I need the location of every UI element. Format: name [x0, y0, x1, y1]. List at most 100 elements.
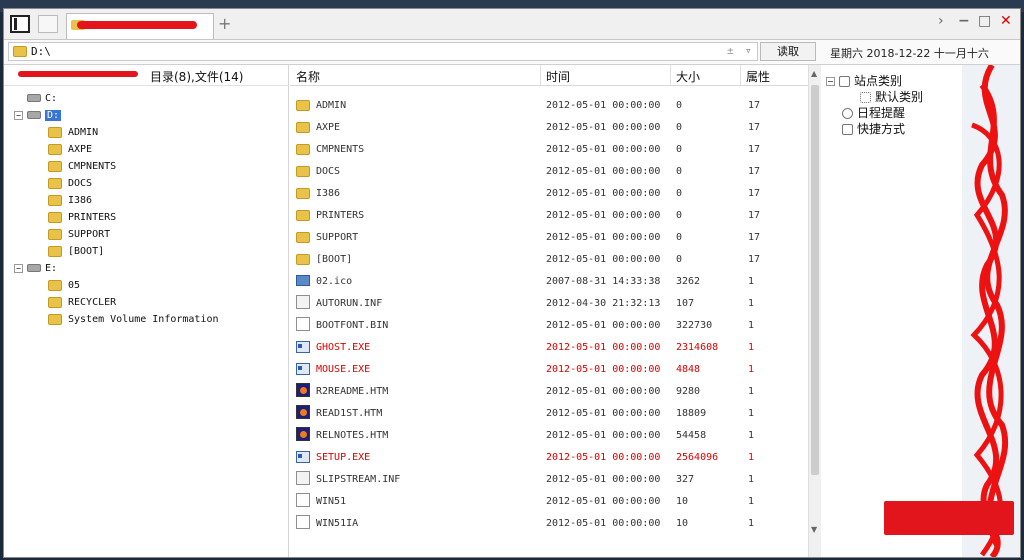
file-row[interactable]: ADMIN 2012-05-01 00:00:00 0 17: [290, 94, 808, 116]
bookmark-icon[interactable]: ±: [727, 44, 734, 57]
file-row[interactable]: MOUSE.EXE 2012-05-01 00:00:00 4848 1: [290, 358, 808, 380]
file-row[interactable]: R2README.HTM 2012-05-01 00:00:00 9280 1: [290, 380, 808, 402]
tree-item[interactable]: − E:: [14, 261, 57, 277]
maximize-button[interactable]: □: [978, 13, 991, 29]
file-row[interactable]: WIN51 2012-05-01 00:00:00 10 1: [290, 490, 808, 512]
expand-icon[interactable]: −: [14, 263, 23, 273]
tree-item[interactable]: System Volume Information: [48, 312, 219, 328]
folder-icon: [296, 122, 310, 133]
title-bar: + › − □ ✕: [4, 9, 1020, 40]
category-icon: [839, 76, 850, 87]
redaction-mark: [77, 21, 197, 29]
page-icon[interactable]: [38, 15, 58, 33]
file-row[interactable]: GHOST.EXE 2012-05-01 00:00:00 2314608 1: [290, 336, 808, 358]
sidebar-item-shortcuts[interactable]: 快捷方式: [842, 120, 905, 137]
tree-item[interactable]: DOCS: [48, 176, 92, 192]
chevron-right-icon[interactable]: ›: [938, 13, 944, 29]
file-time: 2012-05-01 00:00:00: [546, 122, 661, 133]
tree-item[interactable]: PRINTERS: [48, 210, 116, 226]
file-time: 2012-05-01 00:00:00: [546, 232, 661, 243]
file-attr: 1: [748, 408, 755, 419]
tree-item[interactable]: AXPE: [48, 142, 92, 158]
folder-icon: [48, 143, 62, 155]
html-file-icon: [296, 427, 310, 441]
tree-item-label: D:: [45, 110, 62, 121]
folder-icon: [48, 211, 62, 223]
file-attr: 17: [748, 254, 761, 265]
tree-item[interactable]: 05: [48, 278, 80, 294]
settings-file-icon: [296, 295, 310, 309]
file-time: 2012-05-01 00:00:00: [546, 166, 661, 177]
close-button[interactable]: ✕: [1000, 13, 1012, 29]
sidebar-toggle-icon[interactable]: [10, 15, 30, 33]
expand-icon[interactable]: −: [14, 110, 23, 120]
address-input[interactable]: D:\ ± ▿: [8, 42, 758, 61]
html-file-icon: [296, 405, 310, 419]
file-name: AUTORUN.INF: [316, 298, 383, 309]
file-row[interactable]: CMPNENTS 2012-05-01 00:00:00 0 17: [290, 138, 808, 160]
executable-icon: [296, 341, 310, 353]
file-attr: 1: [748, 298, 755, 309]
vertical-scrollbar[interactable]: ▲ ▼: [808, 65, 821, 557]
file-row[interactable]: RELNOTES.HTM 2012-05-01 00:00:00 54458 1: [290, 424, 808, 446]
date-display: 星期六 2018-12-22 十一月十六: [830, 47, 989, 60]
tree-item[interactable]: I386: [48, 193, 92, 209]
minimize-button[interactable]: −: [958, 13, 970, 29]
folder-icon: [296, 144, 310, 155]
tree-item[interactable]: SUPPORT: [48, 227, 110, 243]
column-header-name[interactable]: 名称: [296, 68, 320, 85]
folder-icon: [48, 313, 62, 325]
file-row[interactable]: [BOOT] 2012-05-01 00:00:00 0 17: [290, 248, 808, 270]
scroll-up-icon[interactable]: ▲: [811, 69, 817, 78]
column-header-time[interactable]: 时间: [546, 68, 570, 85]
column-header-size[interactable]: 大小: [676, 68, 700, 85]
file-row[interactable]: SUPPORT 2012-05-01 00:00:00 0 17: [290, 226, 808, 248]
column-divider[interactable]: [740, 65, 741, 85]
tree-item-label: System Volume Information: [68, 314, 219, 325]
column-divider[interactable]: [670, 65, 671, 85]
collapse-icon[interactable]: −: [826, 77, 835, 86]
file-row[interactable]: 02.ico 2007-08-31 14:33:38 3262 1: [290, 270, 808, 292]
file-row[interactable]: I386 2012-05-01 00:00:00 0 17: [290, 182, 808, 204]
file-name: R2README.HTM: [316, 386, 389, 397]
sidebar-item-default-category[interactable]: 默认类别: [860, 88, 923, 105]
folder-icon: [48, 228, 62, 240]
file-name: AXPE: [316, 122, 341, 133]
file-row[interactable]: SETUP.EXE 2012-05-01 00:00:00 2564096 1: [290, 446, 808, 468]
file-size: 54458: [676, 430, 707, 441]
column-header-attr[interactable]: 属性: [746, 68, 770, 85]
file-row[interactable]: WIN51IA 2012-05-01 00:00:00 10 1: [290, 512, 808, 534]
file-row[interactable]: SLIPSTREAM.INF 2012-05-01 00:00:00 327 1: [290, 468, 808, 490]
file-name: MOUSE.EXE: [316, 364, 371, 375]
tree-item[interactable]: − D:: [14, 108, 62, 124]
sidebar-item-schedule[interactable]: 日程提醒: [842, 104, 905, 121]
tree-item[interactable]: C:: [14, 91, 57, 107]
file-row[interactable]: BOOTFONT.BIN 2012-05-01 00:00:00 322730 1: [290, 314, 808, 336]
drive-icon: [27, 264, 41, 272]
file-attr: 1: [748, 342, 755, 353]
new-tab-button[interactable]: +: [218, 14, 231, 33]
file-size: 0: [676, 254, 683, 265]
tree-item[interactable]: [BOOT]: [48, 244, 104, 260]
tree-item[interactable]: CMPNENTS: [48, 159, 116, 175]
sidebar-item-label: 日程提醒: [857, 106, 906, 120]
tab-active[interactable]: [66, 13, 214, 39]
sidebar-item-label: 快捷方式: [857, 122, 906, 136]
tree-item[interactable]: RECYCLER: [48, 295, 116, 311]
right-sidebar: − 站点类别 默认类别 日程提醒 快捷方式: [822, 65, 962, 557]
tree-item[interactable]: ADMIN: [48, 125, 98, 141]
scroll-down-icon[interactable]: ▼: [811, 525, 817, 534]
sidebar-item-site-category[interactable]: − 站点类别: [826, 72, 902, 89]
scroll-thumb[interactable]: [811, 85, 819, 475]
read-button[interactable]: 读取: [760, 42, 816, 61]
chevron-down-icon[interactable]: ▿: [745, 44, 752, 57]
tree-item-label: ADMIN: [68, 127, 99, 138]
file-row[interactable]: READ1ST.HTM 2012-05-01 00:00:00 18809 1: [290, 402, 808, 424]
hand-icon: [842, 124, 853, 135]
file-row[interactable]: AUTORUN.INF 2012-04-30 21:32:13 107 1: [290, 292, 808, 314]
column-divider[interactable]: [540, 65, 541, 85]
clock-icon: [842, 108, 853, 119]
file-row[interactable]: AXPE 2012-05-01 00:00:00 0 17: [290, 116, 808, 138]
file-row[interactable]: PRINTERS 2012-05-01 00:00:00 0 17: [290, 204, 808, 226]
file-row[interactable]: DOCS 2012-05-01 00:00:00 0 17: [290, 160, 808, 182]
